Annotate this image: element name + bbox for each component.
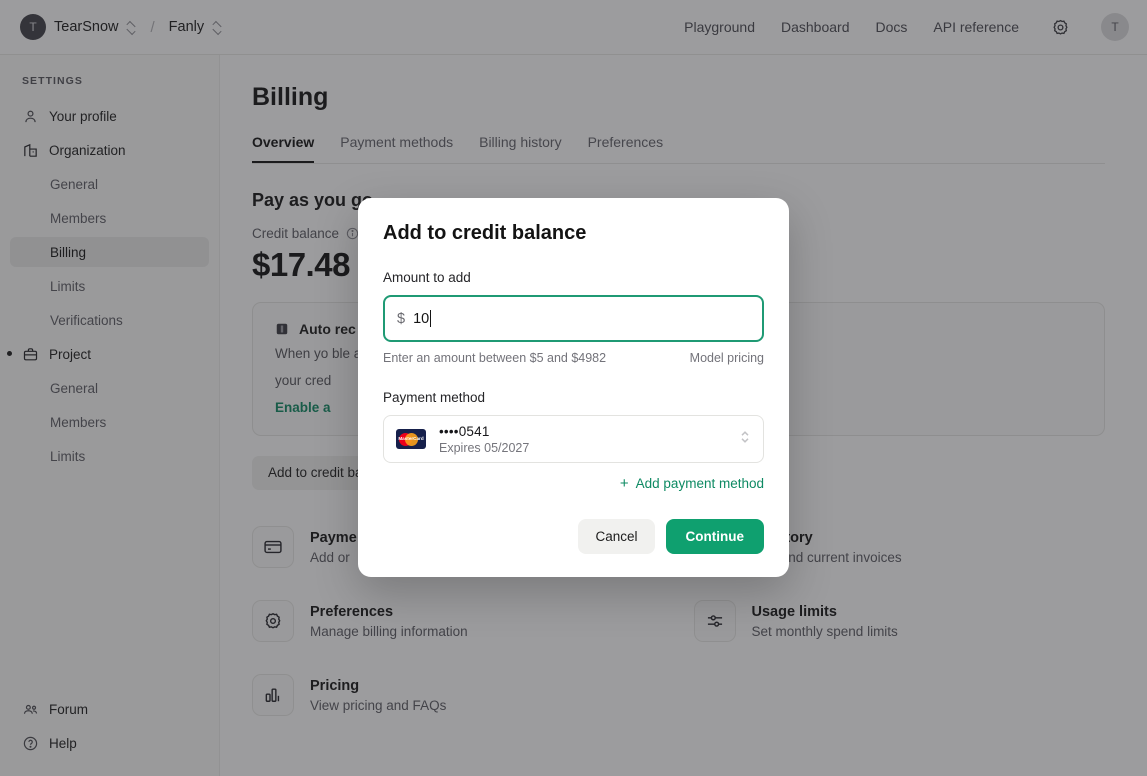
- currency-symbol: $: [397, 310, 406, 327]
- select-chevron-updown-icon[interactable]: [739, 428, 751, 451]
- app-root: T TearSnow / Fanly Playground Dashboard …: [0, 0, 1147, 776]
- payment-method-details: ••••0541 Expires 05/2027: [439, 424, 529, 455]
- cancel-button[interactable]: Cancel: [578, 519, 655, 554]
- model-pricing-link[interactable]: Model pricing: [690, 351, 764, 365]
- dialog-title: Add to credit balance: [383, 222, 587, 244]
- amount-input-value: 10: [413, 310, 430, 327]
- amount-input[interactable]: $ 10: [383, 295, 764, 342]
- amount-hint-row: Enter an amount between $5 and $4982 Mod…: [383, 351, 764, 365]
- plus-icon: +: [619, 475, 629, 492]
- dialog-actions: Cancel Continue: [383, 519, 764, 554]
- amount-hint: Enter an amount between $5 and $4982: [383, 351, 607, 365]
- payment-method-label: Payment method: [383, 390, 486, 405]
- add-payment-method-label: Add payment method: [635, 476, 764, 491]
- mastercard-logo-icon: MasterCard: [396, 429, 426, 449]
- continue-button[interactable]: Continue: [665, 519, 764, 554]
- text-caret: [430, 310, 432, 327]
- payment-method-select[interactable]: MasterCard ••••0541 Expires 05/2027: [383, 415, 764, 463]
- card-number-masked: ••••0541: [439, 423, 490, 439]
- add-payment-method-button[interactable]: + Add payment method: [383, 476, 764, 491]
- amount-field-label: Amount to add: [383, 270, 471, 285]
- card-expiry: Expires 05/2027: [439, 440, 530, 455]
- add-credit-balance-dialog: Add to credit balance Amount to add $ 10…: [358, 198, 789, 577]
- mastercard-logo-text: MasterCard: [398, 436, 424, 441]
